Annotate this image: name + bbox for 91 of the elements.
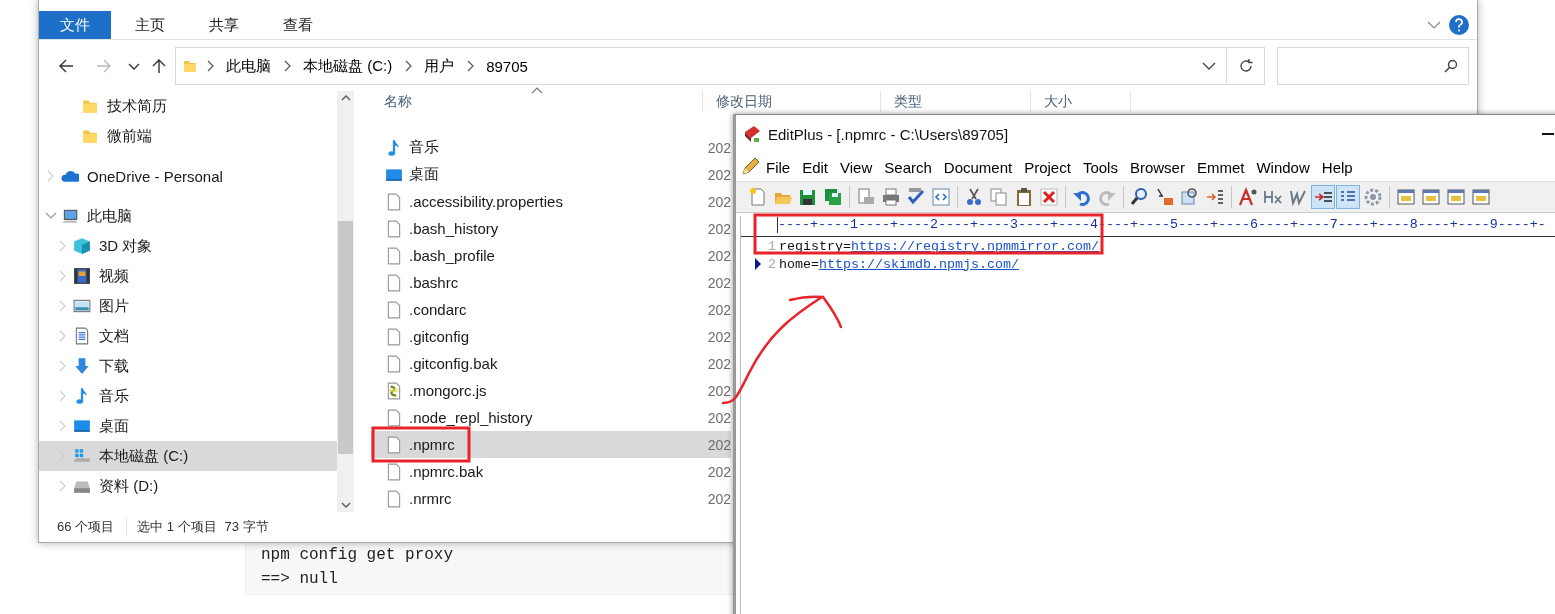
file-date: 202 bbox=[707, 490, 731, 507]
file-row[interactable]: .condarc 202 bbox=[371, 296, 731, 323]
file-date: 202 bbox=[707, 463, 731, 480]
ribbon-tab[interactable]: 查看 bbox=[263, 11, 333, 39]
menu-item[interactable]: Project bbox=[1018, 158, 1077, 176]
file-row[interactable]: .accessibility.properties 202 bbox=[371, 188, 731, 215]
file-row[interactable]: .npmrc.bak 202 bbox=[371, 458, 731, 485]
menu-item[interactable]: File bbox=[760, 158, 797, 176]
file-name: 桌面 bbox=[409, 165, 440, 184]
file-date: 202 bbox=[707, 355, 731, 372]
breadcrumb[interactable]: 此电脑 bbox=[222, 56, 275, 76]
line-number: 1 bbox=[768, 238, 776, 254]
menu-item[interactable]: Window bbox=[1250, 158, 1316, 176]
address-bar[interactable]: 此电脑 本地磁盘 (C:) 用户 89705 bbox=[175, 47, 1227, 85]
file-name: .accessibility.properties bbox=[409, 193, 564, 210]
file-date: 202 bbox=[707, 382, 731, 399]
nav-item[interactable]: 资料 (D:) bbox=[39, 471, 337, 501]
file-date: 202 bbox=[707, 247, 731, 264]
ribbon-tab[interactable]: 主页 bbox=[115, 11, 185, 39]
nav-item[interactable]: 图片 bbox=[39, 291, 337, 321]
file-name: .node_repl_history bbox=[409, 409, 534, 426]
file-row[interactable]: .node_repl_history 202 bbox=[371, 404, 731, 431]
nav-item[interactable]: 本地磁盘 (C:) bbox=[39, 441, 337, 471]
column-header[interactable]: 类型 bbox=[881, 91, 1031, 112]
file-date: 202 bbox=[707, 193, 731, 210]
menu-item[interactable]: Document bbox=[937, 158, 1019, 176]
column-header[interactable]: 修改日期 bbox=[703, 91, 881, 112]
file-date: 202 bbox=[707, 139, 731, 156]
code-line: home=https://skimdb.npmjs.com/ bbox=[779, 256, 1019, 272]
file-row[interactable]: .gitconfig 202 bbox=[371, 323, 731, 350]
menu-item[interactable]: Search bbox=[878, 158, 938, 176]
file-row[interactable]: .bash_history 202 bbox=[371, 215, 731, 242]
item-count: 66 个项目 bbox=[57, 518, 128, 536]
file-date: 202 bbox=[707, 436, 731, 453]
breadcrumb[interactable]: 89705 bbox=[482, 57, 532, 75]
file-name: .bash_profile bbox=[409, 247, 496, 264]
file-name: .npmrc bbox=[409, 436, 456, 453]
nav-item[interactable]: 视频 bbox=[39, 261, 337, 291]
file-name: .npmrc.bak bbox=[409, 463, 485, 480]
nav-item[interactable]: 桌面 bbox=[39, 411, 337, 441]
link[interactable]: https://registry.npmmirror.com/ bbox=[851, 238, 1099, 254]
menu-item[interactable]: Help bbox=[1315, 158, 1359, 176]
link[interactable]: https://skimdb.npmjs.com/ bbox=[819, 256, 1019, 272]
file-name: .mongorc.js bbox=[409, 382, 488, 399]
ribbon-tab[interactable]: 文件 bbox=[39, 11, 111, 39]
file-name: .gitconfig bbox=[409, 328, 471, 345]
file-row[interactable]: .npmrc 202 bbox=[371, 431, 731, 458]
line-number: 2 bbox=[768, 256, 776, 272]
nav-item[interactable]: 音乐 bbox=[39, 381, 337, 411]
menu-item[interactable]: Edit bbox=[796, 158, 835, 176]
menu-item[interactable]: Emmet bbox=[1190, 158, 1251, 176]
file-date: 202 bbox=[707, 301, 731, 318]
file-date: 202 bbox=[707, 328, 731, 345]
nav-item[interactable]: OneDrive - Personal bbox=[39, 161, 337, 191]
file-name: .bashrc bbox=[409, 274, 460, 291]
nav-item[interactable]: 微前端 bbox=[39, 121, 337, 151]
file-date: 202 bbox=[707, 409, 731, 426]
menu-item[interactable]: Tools bbox=[1076, 158, 1124, 176]
menu-item[interactable]: View bbox=[834, 158, 879, 176]
file-date: 202 bbox=[707, 274, 731, 291]
file-row[interactable]: .bash_profile 202 bbox=[371, 242, 731, 269]
file-row[interactable]: .gitconfig.bak 202 bbox=[371, 350, 731, 377]
file-row[interactable]: .nrmrc 202 bbox=[371, 485, 731, 512]
file-name: 音乐 bbox=[409, 138, 440, 157]
file-date: 202 bbox=[707, 220, 731, 237]
window-title: EditPlus - [.npmrc - C:\Users\89705] bbox=[768, 125, 1009, 143]
file-name: .gitconfig.bak bbox=[409, 355, 499, 372]
code-line: ==> null bbox=[261, 569, 339, 589]
code-line: registry=https://registry.npmmirror.com/ bbox=[779, 238, 1099, 254]
nav-item[interactable]: 文档 bbox=[39, 321, 337, 351]
nav-item[interactable]: 下载 bbox=[39, 351, 337, 381]
menu-item[interactable]: Browser bbox=[1123, 158, 1191, 176]
file-row[interactable]: 音乐 202 bbox=[371, 134, 731, 161]
selection-size: 73 字节 bbox=[223, 518, 269, 536]
code-line: npm config get proxy bbox=[261, 545, 455, 565]
file-name: .bash_history bbox=[409, 220, 500, 237]
file-row[interactable]: 桌面 202 bbox=[371, 161, 731, 188]
nav-item[interactable]: 此电脑 bbox=[39, 201, 337, 231]
nav-item[interactable]: 3D 对象 bbox=[39, 231, 337, 261]
breadcrumb[interactable]: 本地磁盘 (C:) bbox=[299, 56, 397, 76]
file-row[interactable]: .bashrc 202 bbox=[371, 269, 731, 296]
file-row[interactable]: .mongorc.js 202 bbox=[371, 377, 731, 404]
column-header[interactable]: 大小 bbox=[1031, 91, 1131, 112]
breadcrumb[interactable]: 用户 bbox=[420, 56, 459, 76]
file-date: 202 bbox=[707, 166, 731, 183]
ribbon-tab[interactable]: 共享 bbox=[189, 11, 259, 39]
selection-count: 选中 1 个项目 bbox=[136, 518, 217, 536]
file-name: .condarc bbox=[409, 301, 468, 318]
nav-item[interactable]: 技术简历 bbox=[39, 91, 337, 121]
column-header[interactable]: 名称 bbox=[371, 91, 703, 112]
file-name: .nrmrc bbox=[409, 490, 453, 507]
